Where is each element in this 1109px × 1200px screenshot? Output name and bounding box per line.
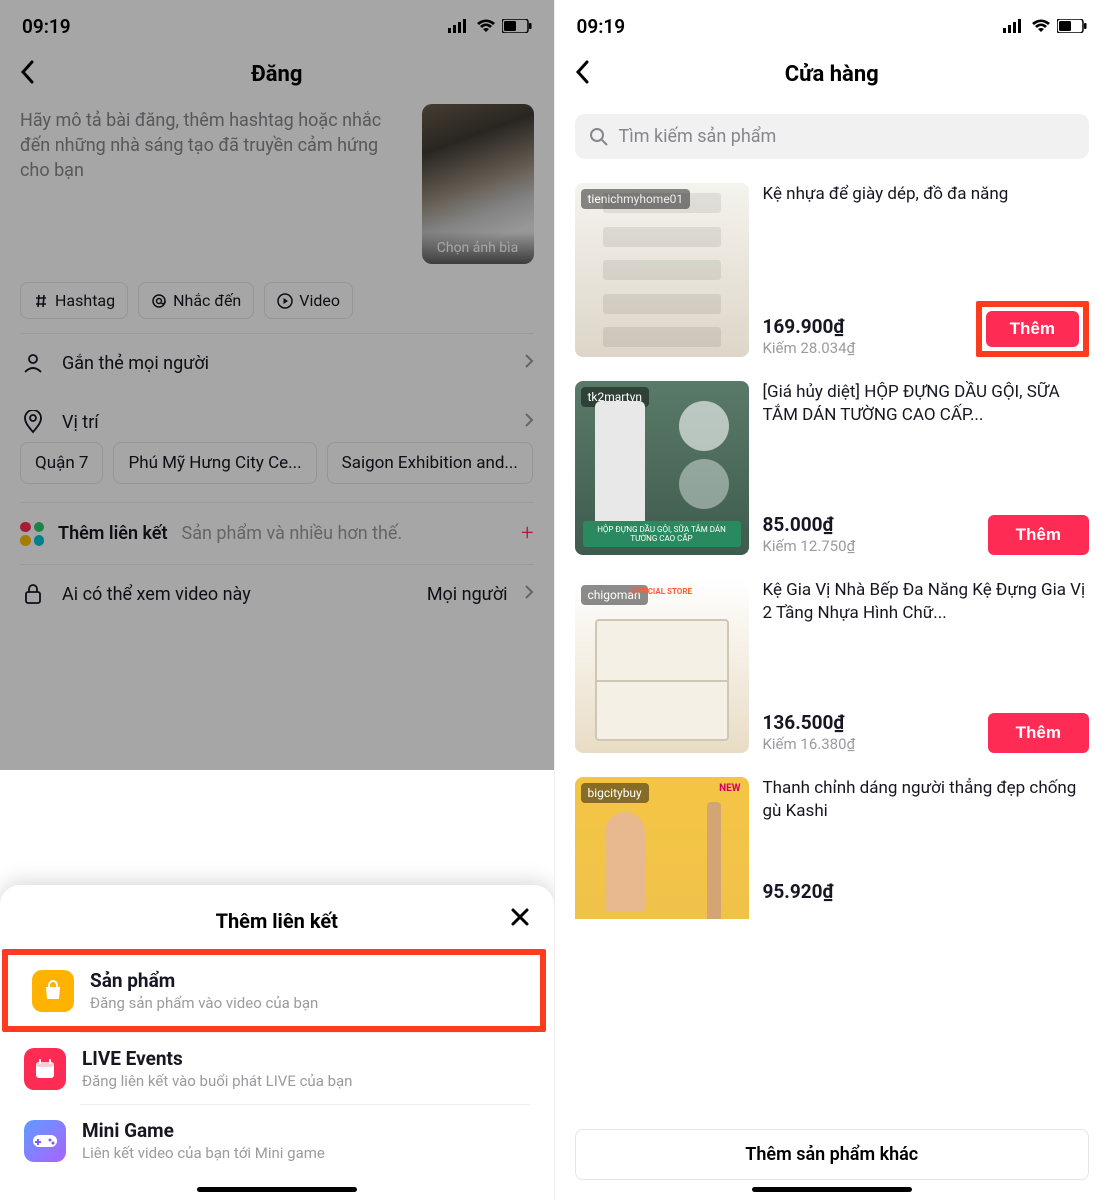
product-image: tk2martvn HỘP ĐỰNG DẦU GỘI, SỮA TẮM DÁN … [575,381,749,555]
privacy-row[interactable]: Ai có thể xem video này Mọi người [0,565,554,623]
signal-icon [448,19,470,33]
product-item[interactable]: bigcitybuy NEW Thanh chỉnh dáng người th… [575,769,1090,919]
person-icon [22,352,44,374]
product-image: tienichmyhome01 [575,183,749,357]
add-button[interactable]: Thêm [988,515,1089,555]
seller-tag: bigcitybuy [581,783,649,803]
status-time: 09:19 [577,15,626,38]
search-icon [589,127,609,147]
add-button[interactable]: Thêm [988,713,1089,753]
product-title: Kệ nhựa để giày dép, đồ đa năng [763,183,1090,206]
add-link-row[interactable]: Thêm liên kết Sản phẩm và nhiều hơn thế.… [0,503,554,564]
status-bar: 09:19 [0,0,554,48]
product-item[interactable]: chigoman OFFICIAL STORE Kệ Gia Vị Nhà Bế… [575,571,1090,769]
status-time: 09:19 [22,15,71,38]
header: Đăng [0,48,554,104]
back-button[interactable] [16,56,38,92]
product-earn: Kiếm 16.380₫ [763,735,856,753]
home-indicator [197,1187,357,1192]
product-earn: Kiếm 12.750₫ [763,537,856,555]
product-price: 136.500₫ [763,711,856,734]
search-input[interactable]: Tìm kiếm sản phẩm [575,114,1090,159]
signal-icon [1003,19,1025,33]
quick-chips: Hashtag Nhắc đến Video [0,264,554,333]
at-icon [151,293,167,309]
product-title: [Giá hủy diệt] HỘP ĐỰNG DẦU GỘI, SỮA TẮM… [763,381,1090,427]
add-button[interactable]: Thêm [986,311,1079,347]
location-row[interactable]: Vị trí [0,392,554,442]
caption-area: Hãy mô tả bài đăng, thêm hashtag hoặc nh… [0,104,554,264]
highlight-product: Sản phẩm Đăng sản phẩm vào video của bạn [2,949,546,1032]
product-image: bigcitybuy NEW [575,777,749,919]
calendar-icon [24,1048,66,1090]
video-thumbnail[interactable]: Chọn ảnh bìa [422,104,534,264]
sheet-item-product[interactable]: Sản phẩm Đăng sản phẩm vào video của bạn [8,955,540,1026]
page-title: Đăng [0,62,554,87]
hashtag-chip[interactable]: Hashtag [20,282,128,319]
battery-icon [502,19,532,33]
location-chip[interactable]: Phú Mỹ Hưng City Ce... [113,442,316,484]
video-chip[interactable]: Video [264,282,353,319]
more-products-button[interactable]: Thêm sản phẩm khác [575,1129,1090,1180]
chevron-right-icon [524,412,534,428]
search-placeholder: Tìm kiếm sản phẩm [619,126,777,147]
product-price: 85.000₫ [763,513,856,536]
sheet-item-minigame[interactable]: Mini Game Liên kết video của bạn tới Min… [0,1105,554,1176]
status-bar: 09:19 [555,0,1109,48]
chevron-right-icon [524,353,534,369]
highlight-add: Thêm [976,301,1089,357]
wifi-icon [1031,19,1051,33]
play-icon [277,293,293,309]
product-price: 95.920₫ [763,880,834,903]
product-image: chigoman OFFICIAL STORE [575,579,749,753]
location-suggestions: Quận 7 Phú Mỹ Hưng City Ce... Saigon Exh… [0,442,554,502]
choose-cover-label: Chọn ảnh bìa [422,232,534,264]
product-item[interactable]: tienichmyhome01 Kệ nhựa để giày dép, đồ … [575,175,1090,373]
chevron-left-icon [575,60,589,84]
product-title: Thanh chỉnh dáng người thẳng đẹp chống g… [763,777,1090,823]
product-price: 169.900₫ [763,315,856,338]
product-item[interactable]: tk2martvn HỘP ĐỰNG DẦU GỘI, SỮA TẮM DÁN … [575,373,1090,571]
close-button[interactable] [510,905,530,933]
wifi-icon [476,19,496,33]
location-chip[interactable]: Quận 7 [20,442,103,484]
product-title: Kệ Gia Vị Nhà Bếp Đa Năng Kệ Đựng Gia Vị… [763,579,1090,625]
add-link-sheet: Thêm liên kết Sản phẩm Đăng sản phẩm vào… [0,885,554,1200]
sheet-title: Thêm liên kết [20,909,534,933]
back-button[interactable] [571,56,593,92]
plus-icon: + [521,521,533,546]
chevron-left-icon [20,60,34,84]
gamepad-icon [24,1120,66,1162]
product-earn: Kiếm 28.034₫ [763,339,856,357]
caption-input[interactable]: Hãy mô tả bài đăng, thêm hashtag hoặc nh… [20,104,410,264]
hash-icon [33,293,49,309]
tag-people-row[interactable]: Gắn thẻ mọi người [0,334,554,392]
mention-chip[interactable]: Nhắc đến [138,282,254,319]
product-list[interactable]: tienichmyhome01 Kệ nhựa để giày dép, đồ … [555,175,1109,1119]
bag-icon [32,970,74,1012]
shop-screen: 09:19 Cửa hàng Tìm kiếm sản phẩm tienich… [555,0,1109,1200]
sheet-item-live[interactable]: LIVE Events Đăng liên kết vào buổi phát … [0,1033,554,1104]
close-icon [510,907,530,927]
location-icon [22,410,44,434]
location-chip[interactable]: Saigon Exhibition and... [327,442,533,484]
header: Cửa hàng [555,48,1109,104]
grid-dots-icon [20,522,44,546]
post-screen: 09:19 Đăng Hãy mô tả bài đăng, thêm hash… [0,0,555,1200]
home-indicator [752,1187,912,1192]
lock-icon [23,583,43,605]
page-title: Cửa hàng [555,62,1109,87]
battery-icon [1057,19,1087,33]
chevron-right-icon [524,584,534,600]
